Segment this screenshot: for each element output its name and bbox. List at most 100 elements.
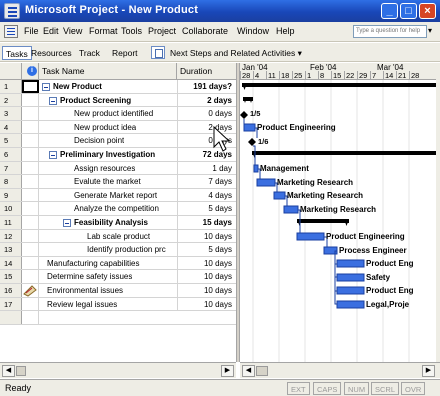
- task-duration[interactable]: 2 days: [177, 93, 236, 107]
- scroll-left-button[interactable]: ◀: [242, 365, 255, 377]
- task-name[interactable]: Generate Market report: [74, 189, 157, 202]
- guide-tab-report[interactable]: Report: [109, 46, 141, 60]
- task-duration[interactable]: 10 days: [177, 229, 236, 243]
- task-name-header[interactable]: Task Name: [39, 63, 177, 80]
- collapse-icon[interactable]: [63, 219, 71, 227]
- row-number[interactable]: 6: [0, 148, 22, 161]
- task-name[interactable]: Preliminary Investigation: [60, 148, 155, 161]
- vertical-scrollbar[interactable]: [436, 63, 440, 362]
- next-steps-dropdown[interactable]: Next Steps and Related Activities ▾: [170, 48, 302, 59]
- row-number[interactable]: 1: [0, 80, 22, 93]
- task-duration[interactable]: 15 days: [177, 216, 236, 229]
- task-duration[interactable]: 5 days: [177, 243, 236, 256]
- task-name[interactable]: Review legal issues: [47, 298, 117, 311]
- minimize-button[interactable]: _: [381, 3, 398, 19]
- note-icon[interactable]: [23, 285, 37, 297]
- row-number[interactable]: 4: [0, 120, 22, 134]
- table-row[interactable]: 5 Decision point 0 days: [0, 134, 236, 148]
- row-number[interactable]: 9: [0, 188, 22, 202]
- scroll-left-button[interactable]: ◀: [2, 365, 15, 377]
- collapse-icon[interactable]: [49, 96, 57, 105]
- table-row[interactable]: 6 Preliminary Investigation 72 days: [0, 148, 236, 162]
- task-duration[interactable]: 7 days: [177, 175, 236, 188]
- close-button[interactable]: ×: [419, 3, 436, 19]
- scroll-thumb[interactable]: [256, 366, 268, 376]
- task-duration[interactable]: 10 days: [177, 256, 236, 270]
- task-grid[interactable]: 1 New Product 191 days? 2 Product Screen…: [0, 80, 236, 362]
- table-row[interactable]: 10 Analyze the competition 5 days: [0, 202, 236, 216]
- task-name[interactable]: Lab scale product: [87, 230, 150, 243]
- collapse-icon[interactable]: [49, 151, 57, 159]
- table-row[interactable]: 4 New product idea 2 days: [0, 120, 236, 135]
- duration-header[interactable]: Duration: [177, 63, 236, 80]
- row-number[interactable]: 5: [0, 134, 22, 147]
- menu-collaborate[interactable]: Collaborate: [182, 26, 228, 36]
- row-number[interactable]: 8: [0, 175, 22, 188]
- table-row[interactable]: 12 Lab scale product 10 days: [0, 229, 236, 244]
- help-dropdown-icon[interactable]: ▾: [428, 26, 432, 35]
- task-duration[interactable]: 1 day: [177, 161, 236, 175]
- task-name[interactable]: Assign resources: [74, 162, 135, 175]
- table-row[interactable]: 1 New Product 191 days?: [0, 80, 236, 94]
- menu-window[interactable]: Window: [237, 26, 269, 36]
- collapse-icon[interactable]: [42, 83, 50, 91]
- task-name[interactable]: Evalute the market: [74, 175, 141, 188]
- select-all-corner[interactable]: [0, 63, 22, 80]
- table-row[interactable]: 11 Feasibility Analysis 15 days: [0, 216, 236, 230]
- menu-edit[interactable]: Edit: [43, 26, 59, 36]
- task-name[interactable]: New product identified: [74, 107, 153, 120]
- row-number[interactable]: 3: [0, 107, 22, 120]
- row-number[interactable]: 7: [0, 161, 22, 175]
- task-name[interactable]: Analyze the competition: [74, 202, 159, 215]
- guide-toggle-icon[interactable]: [151, 46, 165, 59]
- task-name[interactable]: New product idea: [74, 121, 136, 134]
- task-name[interactable]: Feasibility Analysis: [74, 216, 148, 229]
- menu-help[interactable]: Help: [276, 26, 295, 36]
- task-name[interactable]: Product Screening: [60, 94, 131, 107]
- task-name[interactable]: Determine safety issues: [47, 270, 132, 283]
- row-number[interactable]: 17: [0, 297, 22, 311]
- gantt-chart[interactable]: ​ 1/5 Product Engineering 1/6 Management…: [240, 80, 436, 362]
- table-row[interactable]: 17 Review legal issues 10 days: [0, 297, 236, 312]
- table-row[interactable]: [0, 311, 236, 325]
- guide-tab-resources[interactable]: Resources: [28, 46, 75, 60]
- task-duration[interactable]: 10 days: [177, 270, 236, 283]
- row-number[interactable]: 12: [0, 229, 22, 243]
- table-row[interactable]: 2 Product Screening 2 days: [0, 93, 236, 108]
- guide-tab-track[interactable]: Track: [76, 46, 103, 60]
- table-row[interactable]: 14 Manufacturing capabilities 10 days: [0, 256, 236, 271]
- task-duration[interactable]: 0 days: [177, 107, 236, 120]
- menu-tools[interactable]: Tools: [121, 26, 142, 36]
- task-name[interactable]: Identify production prc: [87, 243, 177, 256]
- row-number[interactable]: 15: [0, 270, 22, 283]
- scroll-right-button[interactable]: ▶: [221, 365, 234, 377]
- table-row[interactable]: 3 New product identified 0 days: [0, 107, 236, 121]
- row-number[interactable]: 14: [0, 256, 22, 270]
- document-icon[interactable]: [4, 25, 18, 38]
- menu-view[interactable]: View: [63, 26, 82, 36]
- task-duration[interactable]: 10 days: [177, 284, 236, 297]
- table-horizontal-scrollbar[interactable]: ◀ ▶: [0, 362, 236, 378]
- help-search-input[interactable]: Type a question for help: [353, 25, 427, 38]
- task-name[interactable]: Decision point: [74, 134, 124, 147]
- task-duration[interactable]: 5 days: [177, 202, 236, 215]
- row-number[interactable]: 2: [0, 93, 22, 107]
- table-row[interactable]: 9 Generate Market report 4 days: [0, 188, 236, 203]
- table-row[interactable]: 8 Evalute the market 7 days: [0, 175, 236, 189]
- table-row[interactable]: 13 Identify production prc 5 days: [0, 243, 236, 257]
- table-row[interactable]: 16 Environmental issues 10 days: [0, 284, 236, 298]
- app-icon[interactable]: [4, 3, 20, 19]
- row-number[interactable]: 13: [0, 243, 22, 256]
- table-row[interactable]: 7 Assign resources 1 day: [0, 161, 236, 176]
- task-name[interactable]: New Product: [53, 80, 102, 93]
- indicator-cell[interactable]: [22, 80, 39, 93]
- task-name[interactable]: Environmental issues: [47, 284, 123, 297]
- menu-file[interactable]: File: [24, 26, 39, 36]
- scroll-right-button[interactable]: ▶: [422, 365, 435, 377]
- menu-format[interactable]: Format: [89, 26, 118, 36]
- menu-project[interactable]: Project: [148, 26, 176, 36]
- maximize-button[interactable]: □: [400, 3, 417, 19]
- gantt-horizontal-scrollbar[interactable]: ◀ ▶: [240, 362, 440, 378]
- table-row[interactable]: 15 Determine safety issues 10 days: [0, 270, 236, 284]
- task-duration[interactable]: 10 days: [177, 297, 236, 311]
